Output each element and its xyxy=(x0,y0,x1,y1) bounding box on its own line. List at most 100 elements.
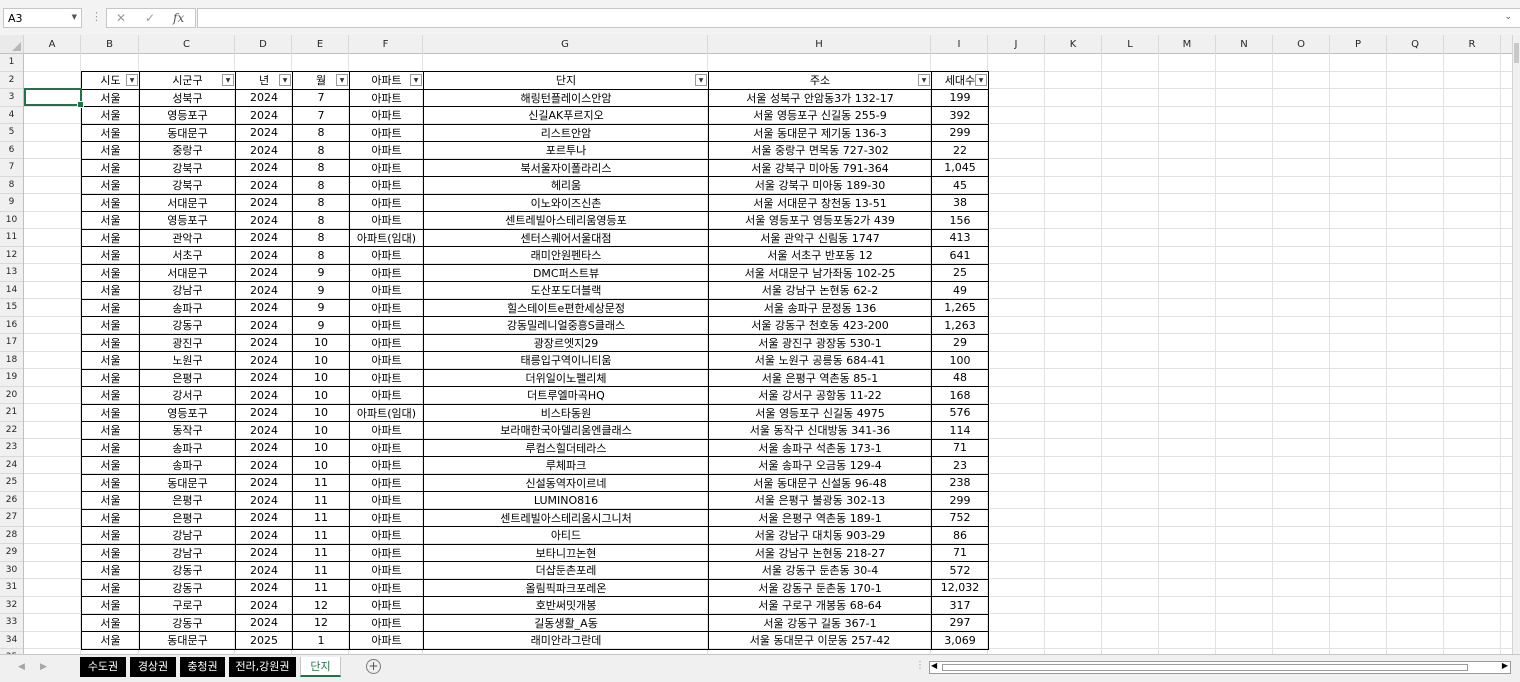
table-cell[interactable]: 서울 동대문구 제기동 136-3 xyxy=(708,123,932,142)
table-cell[interactable]: 아파트 xyxy=(349,473,424,492)
table-cell[interactable]: 루체파크 xyxy=(423,456,709,475)
sheet-tab[interactable]: 전라,강원권 xyxy=(229,657,296,677)
table-cell[interactable]: 보타니끄논현 xyxy=(423,543,709,562)
table-cell[interactable]: 38 xyxy=(931,193,989,212)
table-cell[interactable]: 태릉입구역이니티움 xyxy=(423,351,709,370)
table-cell[interactable]: 서울 강동구 둔촌동 170-1 xyxy=(708,578,932,597)
column-filter-header[interactable]: 아파트 ▼ xyxy=(349,71,424,90)
table-cell[interactable]: 2024 xyxy=(235,456,293,475)
table-cell[interactable]: 2024 xyxy=(235,526,293,545)
table-cell[interactable]: 서울 xyxy=(81,386,140,405)
table-cell[interactable]: 2024 xyxy=(235,88,293,107)
table-cell[interactable]: 100 xyxy=(931,351,989,370)
table-cell[interactable]: 광진구 xyxy=(139,333,236,352)
table-cell[interactable]: 동대문구 xyxy=(139,123,236,142)
row-header[interactable]: 7 xyxy=(0,159,23,177)
table-cell[interactable]: 10 xyxy=(292,368,350,387)
table-cell[interactable]: 238 xyxy=(931,473,989,492)
table-cell[interactable]: 노원구 xyxy=(139,351,236,370)
table-cell[interactable]: 서울 xyxy=(81,106,140,125)
table-cell[interactable]: 45 xyxy=(931,176,989,195)
table-cell[interactable]: 서울 노원구 공릉동 684-41 xyxy=(708,351,932,370)
table-cell[interactable]: 392 xyxy=(931,106,989,125)
table-cell[interactable]: 아티드 xyxy=(423,526,709,545)
table-cell[interactable]: 서울 은평구 역촌동 85-1 xyxy=(708,368,932,387)
table-cell[interactable]: 10 xyxy=(292,456,350,475)
table-cell[interactable]: 신길AK푸르지오 xyxy=(423,106,709,125)
table-cell[interactable]: 호반써밋개봉 xyxy=(423,596,709,615)
table-cell[interactable]: 아파트 xyxy=(349,211,424,230)
table-cell[interactable]: 서울 xyxy=(81,316,140,335)
table-cell[interactable]: 299 xyxy=(931,491,989,510)
filter-dropdown-icon[interactable]: ▼ xyxy=(918,74,930,86)
table-cell[interactable]: 강동밀레니얼중흥S클래스 xyxy=(423,316,709,335)
table-cell[interactable]: 12 xyxy=(292,596,350,615)
table-cell[interactable]: 은평구 xyxy=(139,508,236,527)
sheet-tab[interactable]: 수도권 xyxy=(80,657,126,677)
enter-icon[interactable]: ✓ xyxy=(145,11,155,25)
column-filter-header[interactable]: 세대수 ▼ xyxy=(931,71,989,90)
table-cell[interactable]: 8 xyxy=(292,193,350,212)
table-cell[interactable]: 서울 xyxy=(81,158,140,177)
table-cell[interactable]: 중랑구 xyxy=(139,141,236,160)
table-cell[interactable]: 해링턴플레이스안암 xyxy=(423,88,709,107)
table-cell[interactable]: 10 xyxy=(292,421,350,440)
table-cell[interactable]: 서울 성북구 안암동3가 132-17 xyxy=(708,88,932,107)
column-filter-header[interactable]: 월 ▼ xyxy=(292,71,350,90)
table-cell[interactable]: 아파트 xyxy=(349,351,424,370)
table-cell[interactable]: 71 xyxy=(931,438,989,457)
table-cell[interactable]: 아파트 xyxy=(349,596,424,615)
table-cell[interactable]: 서울 송파구 오금동 129-4 xyxy=(708,456,932,475)
table-cell[interactable]: 아파트(임대) xyxy=(349,403,424,422)
table-cell[interactable]: 2024 xyxy=(235,368,293,387)
table-cell[interactable]: 더트루엘마곡HQ xyxy=(423,386,709,405)
table-cell[interactable]: 23 xyxy=(931,456,989,475)
table-cell[interactable]: 2024 xyxy=(235,351,293,370)
cancel-icon[interactable]: ✕ xyxy=(116,11,126,25)
table-cell[interactable]: 8 xyxy=(292,228,350,247)
table-cell[interactable]: 8 xyxy=(292,176,350,195)
row-header[interactable]: 21 xyxy=(0,404,23,422)
table-cell[interactable]: 강동구 xyxy=(139,316,236,335)
next-sheet-icon[interactable]: ▶ xyxy=(40,662,47,672)
table-cell[interactable]: 3,069 xyxy=(931,631,989,650)
table-cell[interactable]: 서울 xyxy=(81,526,140,545)
row-header[interactable]: 2 xyxy=(0,72,23,89)
table-cell[interactable]: 송파구 xyxy=(139,298,236,317)
table-cell[interactable]: 동대문구 xyxy=(139,631,236,650)
row-header[interactable]: 30 xyxy=(0,562,23,579)
table-cell[interactable]: 포르투나 xyxy=(423,141,709,160)
table-cell[interactable]: 11 xyxy=(292,526,350,545)
table-cell[interactable]: 25 xyxy=(931,263,989,282)
table-cell[interactable]: 9 xyxy=(292,281,350,300)
table-cell[interactable]: 2024 xyxy=(235,123,293,142)
column-header[interactable]: D xyxy=(235,35,292,54)
table-cell[interactable]: DMC퍼스트뷰 xyxy=(423,263,709,282)
table-cell[interactable]: 서울 xyxy=(81,456,140,475)
table-cell[interactable]: 래미안라그란데 xyxy=(423,631,709,650)
table-cell[interactable]: 성북구 xyxy=(139,88,236,107)
expand-formula-icon[interactable]: ⌄ xyxy=(1504,12,1512,22)
table-cell[interactable]: 2024 xyxy=(235,386,293,405)
column-header[interactable]: A xyxy=(24,35,81,54)
table-cell[interactable]: 아파트 xyxy=(349,578,424,597)
table-cell[interactable]: 2024 xyxy=(235,176,293,195)
table-cell[interactable]: 더샵둔촌포레 xyxy=(423,561,709,580)
row-header[interactable]: 6 xyxy=(0,142,23,159)
row-header[interactable]: 28 xyxy=(0,527,23,544)
table-cell[interactable]: 동작구 xyxy=(139,421,236,440)
row-header[interactable]: 18 xyxy=(0,352,23,369)
row-header[interactable]: 14 xyxy=(0,282,23,299)
table-cell[interactable]: 아파트 xyxy=(349,123,424,142)
table-cell[interactable]: 영등포구 xyxy=(139,106,236,125)
table-cell[interactable]: 강남구 xyxy=(139,281,236,300)
table-cell[interactable]: 영등포구 xyxy=(139,403,236,422)
table-cell[interactable]: 영등포구 xyxy=(139,211,236,230)
column-header[interactable]: J xyxy=(988,35,1045,54)
table-cell[interactable]: 8 xyxy=(292,211,350,230)
table-cell[interactable]: 299 xyxy=(931,123,989,142)
table-cell[interactable]: 10 xyxy=(292,438,350,457)
table-cell[interactable]: 송파구 xyxy=(139,456,236,475)
scroll-thumb[interactable] xyxy=(1514,43,1519,63)
table-cell[interactable]: 서울 강북구 미아동 791-364 xyxy=(708,158,932,177)
